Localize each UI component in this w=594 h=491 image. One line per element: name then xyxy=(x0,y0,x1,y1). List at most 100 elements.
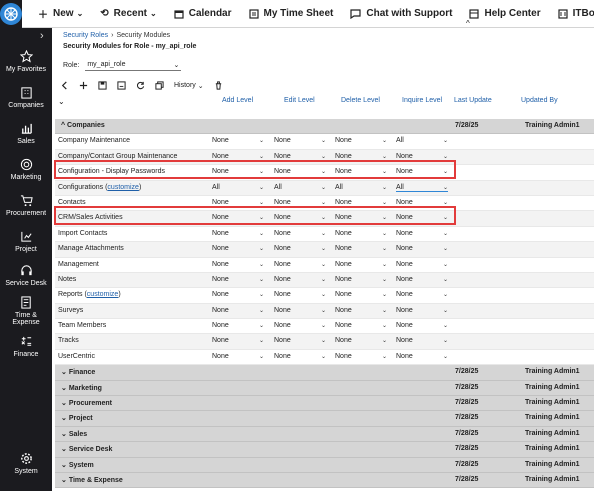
chat-support-link[interactable]: Chat with Support xyxy=(350,8,452,19)
app-logo[interactable] xyxy=(0,0,22,28)
group-toggle[interactable]: ^ Companies xyxy=(61,122,105,129)
group-row[interactable]: ⌄ Time & Expense 7/28/25 Training Admin1 xyxy=(55,472,594,489)
recent-menu[interactable]: ⟲ Recent ⌄ xyxy=(100,8,156,19)
group-toggle[interactable]: ⌄ Finance xyxy=(61,368,95,376)
sidebar-item-system[interactable]: System xyxy=(0,452,52,475)
inquire-level-select[interactable]: None ⌄ xyxy=(396,291,448,298)
sidebar-item-project[interactable]: Project xyxy=(0,230,52,253)
delete-level-select[interactable]: None ⌄ xyxy=(335,276,387,283)
inquire-level-select[interactable]: None ⌄ xyxy=(396,307,448,314)
add-level-select[interactable]: None ⌄ xyxy=(212,153,264,160)
new-menu[interactable]: ＋ New ⌄ xyxy=(38,6,83,21)
delete-level-select[interactable]: None ⌄ xyxy=(335,137,387,144)
back-icon[interactable] xyxy=(60,81,69,90)
copy-icon[interactable] xyxy=(155,81,164,90)
edit-level-select[interactable]: All ⌄ xyxy=(274,184,326,191)
edit-level-select[interactable]: None ⌄ xyxy=(274,322,326,329)
edit-level-select[interactable]: None ⌄ xyxy=(274,337,326,344)
delete-level-select[interactable]: None ⌄ xyxy=(335,153,387,160)
group-toggle[interactable]: ⌄ Marketing xyxy=(61,384,102,392)
refresh-icon[interactable] xyxy=(136,81,145,90)
sidebar-item-sales[interactable]: Sales xyxy=(0,122,52,145)
inquire-level-select[interactable]: All ⌄ xyxy=(396,137,448,144)
add-level-select[interactable]: None ⌄ xyxy=(212,261,264,268)
group-toggle[interactable]: ⌄ Sales xyxy=(61,430,87,438)
edit-level-select[interactable]: None ⌄ xyxy=(274,307,326,314)
inquire-level-select[interactable]: None ⌄ xyxy=(396,245,448,252)
group-toggle[interactable]: ⌄ Service Desk xyxy=(61,445,112,453)
add-level-select[interactable]: None ⌄ xyxy=(212,276,264,283)
delete-level-select[interactable]: None ⌄ xyxy=(335,322,387,329)
add-level-select[interactable]: None ⌄ xyxy=(212,137,264,144)
delete-level-select[interactable]: None ⌄ xyxy=(335,261,387,268)
add-level-select[interactable]: None ⌄ xyxy=(212,230,264,237)
delete-level-select[interactable]: None ⌄ xyxy=(335,245,387,252)
delete-level-select[interactable]: None ⌄ xyxy=(335,199,387,206)
delete-level-select[interactable]: None ⌄ xyxy=(335,337,387,344)
calendar-link[interactable]: Calendar xyxy=(174,8,232,19)
role-select[interactable]: my_api_role ⌄ xyxy=(85,59,182,71)
sidebar-item-companies[interactable]: Companies xyxy=(0,86,52,109)
group-row[interactable]: ⌄ Finance 7/28/25 Training Admin1 xyxy=(55,365,594,381)
sidebar-item-procurement[interactable]: Procurement xyxy=(0,194,52,217)
add-level-select[interactable]: All ⌄ xyxy=(212,184,264,191)
edit-level-select[interactable]: None ⌄ xyxy=(274,153,326,160)
add-level-select[interactable]: None ⌄ xyxy=(212,307,264,314)
add-level-select[interactable]: None ⌄ xyxy=(212,353,264,360)
add-level-select[interactable]: None ⌄ xyxy=(212,322,264,329)
column-updated-by[interactable]: Updated By xyxy=(521,97,558,104)
edit-level-select[interactable]: None ⌄ xyxy=(274,199,326,206)
sidebar-item-time-expense[interactable]: Time & Expense xyxy=(0,296,52,326)
add-level-select[interactable]: None ⌄ xyxy=(212,199,264,206)
help-center-link[interactable]: Help Center xyxy=(469,8,541,19)
add-level-select[interactable]: None ⌄ xyxy=(212,337,264,344)
delete-icon[interactable] xyxy=(214,81,223,90)
edit-level-select[interactable]: None ⌄ xyxy=(274,245,326,252)
delete-level-select[interactable]: None ⌄ xyxy=(335,353,387,360)
sidebar-item-service-desk[interactable]: Service Desk xyxy=(0,264,52,287)
timesheet-link[interactable]: My Time Sheet xyxy=(248,8,333,19)
inquire-level-select[interactable]: None ⌄ xyxy=(396,353,448,360)
edit-level-select[interactable]: None ⌄ xyxy=(274,276,326,283)
column-add-level[interactable]: Add Level xyxy=(222,97,253,104)
save-icon[interactable] xyxy=(98,81,107,90)
delete-level-select[interactable]: All ⌄ xyxy=(335,184,387,191)
customize-link[interactable]: customize xyxy=(87,291,119,298)
history-menu[interactable]: History ⌄ xyxy=(174,82,204,90)
edit-level-select[interactable]: None ⌄ xyxy=(274,291,326,298)
delete-level-select[interactable]: None ⌄ xyxy=(335,291,387,298)
group-row[interactable]: ^ Companies 7/28/25 Training Admin1 xyxy=(55,119,594,135)
edit-level-select[interactable]: None ⌄ xyxy=(274,137,326,144)
group-row[interactable]: ⌄ Project 7/28/25 Training Admin1 xyxy=(55,411,594,427)
add-level-select[interactable]: None ⌄ xyxy=(212,245,264,252)
group-row[interactable]: ⌄ Procurement 7/28/25 Training Admin1 xyxy=(55,396,594,412)
column-inquire-level[interactable]: Inquire Level xyxy=(402,97,442,104)
column-last-update[interactable]: Last Update xyxy=(454,97,492,104)
group-row[interactable]: ⌄ Service Desk 7/28/25 Training Admin1 xyxy=(55,442,594,458)
sidebar-item-finance[interactable]: Finance xyxy=(0,335,52,358)
save-and-close-icon[interactable] xyxy=(117,81,126,90)
group-row[interactable]: ⌄ System 7/28/25 Training Admin1 xyxy=(55,457,594,473)
chevron-right-icon[interactable]: › xyxy=(40,30,44,42)
inquire-level-select[interactable]: None ⌄ xyxy=(396,337,448,344)
delete-level-select[interactable]: None ⌄ xyxy=(335,230,387,237)
inquire-level-select[interactable]: All ⌄ xyxy=(396,184,448,192)
breadcrumb-security-roles[interactable]: Security Roles xyxy=(63,32,108,39)
collapse-all-chevron-icon[interactable]: ⌄ xyxy=(58,97,65,106)
add-level-select[interactable]: None ⌄ xyxy=(212,291,264,298)
delete-level-select[interactable]: None ⌄ xyxy=(335,307,387,314)
edit-level-select[interactable]: None ⌄ xyxy=(274,261,326,268)
customize-link[interactable]: customize xyxy=(107,184,139,191)
edit-level-select[interactable]: None ⌄ xyxy=(274,353,326,360)
inquire-level-select[interactable]: None ⌄ xyxy=(396,153,448,160)
inquire-level-select[interactable]: None ⌄ xyxy=(396,261,448,268)
inquire-level-select[interactable]: None ⌄ xyxy=(396,199,448,206)
chevron-up-icon[interactable]: ^ xyxy=(466,19,470,28)
group-toggle[interactable]: ⌄ System xyxy=(61,461,94,469)
group-row[interactable]: ⌄ Marketing 7/28/25 Training Admin1 xyxy=(55,380,594,397)
column-delete-level[interactable]: Delete Level xyxy=(341,97,380,104)
sidebar-item-my-favorites[interactable]: My Favorites xyxy=(0,49,52,73)
group-toggle[interactable]: ⌄ Time & Expense xyxy=(61,476,123,484)
itboost-link[interactable]: ITBoost xyxy=(557,8,594,19)
sidebar-item-marketing[interactable]: Marketing xyxy=(0,158,52,181)
